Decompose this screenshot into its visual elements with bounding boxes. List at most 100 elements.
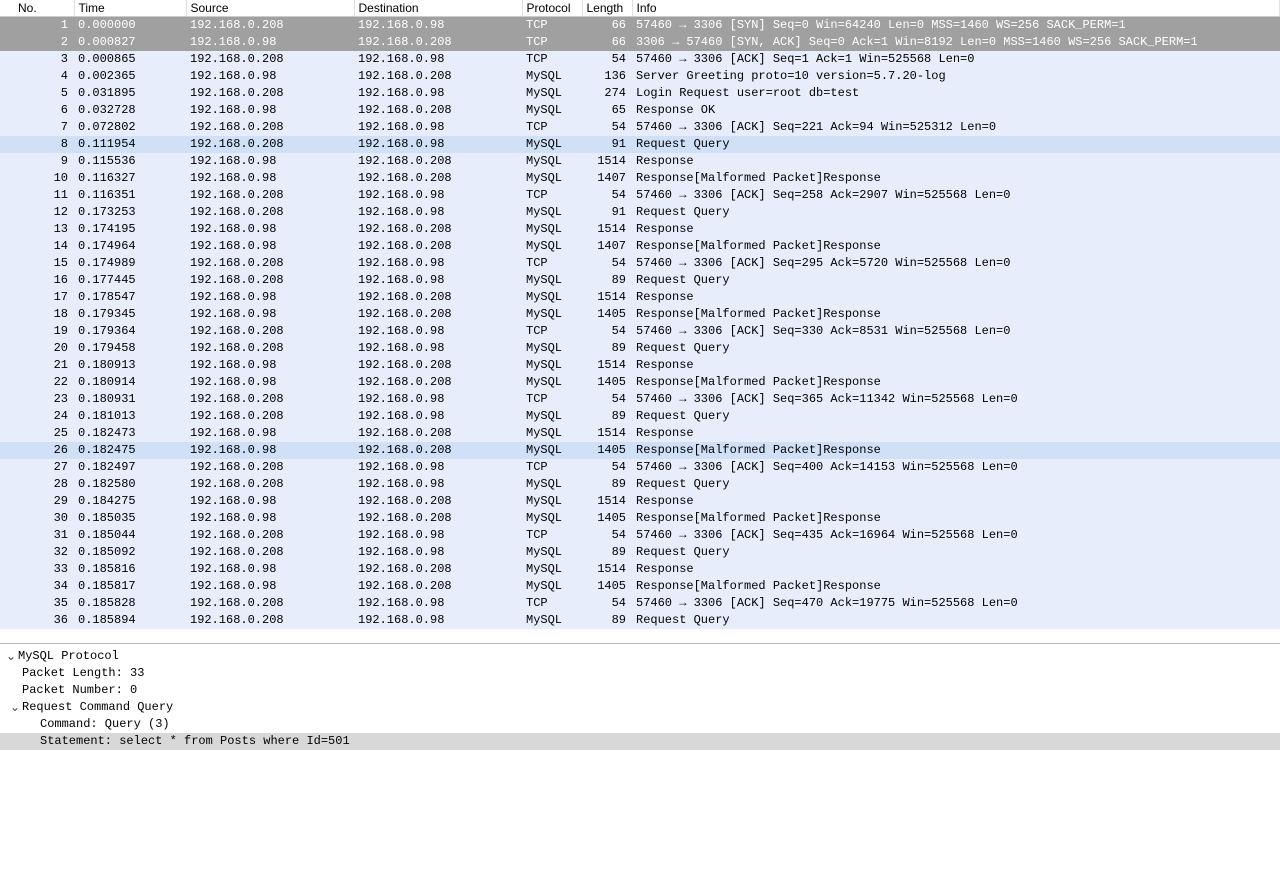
row-margin bbox=[0, 391, 18, 408]
column-no[interactable]: No. bbox=[18, 0, 74, 17]
tree-command[interactable]: Command: Query (3) bbox=[0, 716, 1280, 733]
cell-length: 54 bbox=[582, 323, 632, 340]
tree-packet-number-label: Packet Number: 0 bbox=[22, 683, 137, 697]
cell-time: 0.185035 bbox=[74, 510, 186, 527]
cell-protocol: TCP bbox=[522, 17, 582, 34]
packet-row[interactable]: 210.180913192.168.0.98192.168.0.208MySQL… bbox=[0, 357, 1280, 374]
packet-row[interactable]: 170.178547192.168.0.98192.168.0.208MySQL… bbox=[0, 289, 1280, 306]
packet-row[interactable]: 70.072802192.168.0.208192.168.0.98TCP545… bbox=[0, 119, 1280, 136]
packet-row[interactable]: 180.179345192.168.0.98192.168.0.208MySQL… bbox=[0, 306, 1280, 323]
row-margin bbox=[0, 119, 18, 136]
cell-destination: 192.168.0.208 bbox=[354, 442, 522, 459]
row-margin bbox=[0, 561, 18, 578]
packet-row[interactable]: 350.185828192.168.0.208192.168.0.98TCP54… bbox=[0, 595, 1280, 612]
packet-row[interactable]: 220.180914192.168.0.98192.168.0.208MySQL… bbox=[0, 374, 1280, 391]
packet-row[interactable]: 340.185817192.168.0.98192.168.0.208MySQL… bbox=[0, 578, 1280, 595]
packet-row[interactable]: 140.174964192.168.0.98192.168.0.208MySQL… bbox=[0, 238, 1280, 255]
cell-time: 0.174964 bbox=[74, 238, 186, 255]
cell-no: 14 bbox=[18, 238, 74, 255]
packet-row[interactable]: 320.185092192.168.0.208192.168.0.98MySQL… bbox=[0, 544, 1280, 561]
cell-time: 0.179345 bbox=[74, 306, 186, 323]
tree-request-command-query-label: Request Command Query bbox=[22, 700, 173, 714]
tree-mysql-protocol[interactable]: ⌄ MySQL Protocol bbox=[0, 648, 1280, 665]
packet-row[interactable]: 200.179458192.168.0.208192.168.0.98MySQL… bbox=[0, 340, 1280, 357]
column-source[interactable]: Source bbox=[186, 0, 354, 17]
cell-length: 91 bbox=[582, 204, 632, 221]
tree-request-command-query[interactable]: ⌄ Request Command Query bbox=[0, 699, 1280, 716]
packet-row[interactable]: 310.185044192.168.0.208192.168.0.98TCP54… bbox=[0, 527, 1280, 544]
packet-row[interactable]: 260.182475192.168.0.98192.168.0.208MySQL… bbox=[0, 442, 1280, 459]
chevron-down-icon[interactable]: ⌄ bbox=[8, 700, 22, 714]
cell-info: 57460 → 3306 [ACK] Seq=221 Ack=94 Win=52… bbox=[632, 119, 1280, 136]
column-time[interactable]: Time bbox=[74, 0, 186, 17]
cell-destination: 192.168.0.208 bbox=[354, 374, 522, 391]
cell-info: Request Query bbox=[632, 136, 1280, 153]
cell-no: 19 bbox=[18, 323, 74, 340]
cell-protocol: MySQL bbox=[522, 136, 582, 153]
packet-row[interactable]: 50.031895192.168.0.208192.168.0.98MySQL2… bbox=[0, 85, 1280, 102]
cell-source: 192.168.0.208 bbox=[186, 136, 354, 153]
cell-length: 89 bbox=[582, 272, 632, 289]
packet-row[interactable]: 120.173253192.168.0.208192.168.0.98MySQL… bbox=[0, 204, 1280, 221]
cell-no: 9 bbox=[18, 153, 74, 170]
cell-protocol: MySQL bbox=[522, 357, 582, 374]
cell-source: 192.168.0.98 bbox=[186, 493, 354, 510]
packet-row[interactable]: 230.180931192.168.0.208192.168.0.98TCP54… bbox=[0, 391, 1280, 408]
cell-info: Response bbox=[632, 153, 1280, 170]
row-margin bbox=[0, 612, 18, 629]
column-destination[interactable]: Destination bbox=[354, 0, 522, 17]
row-margin bbox=[0, 323, 18, 340]
packet-row[interactable]: 80.111954192.168.0.208192.168.0.98MySQL9… bbox=[0, 136, 1280, 153]
packet-row[interactable]: 330.185816192.168.0.98192.168.0.208MySQL… bbox=[0, 561, 1280, 578]
packet-row[interactable]: 100.116327192.168.0.98192.168.0.208MySQL… bbox=[0, 170, 1280, 187]
row-margin bbox=[0, 85, 18, 102]
packet-row[interactable]: 290.184275192.168.0.98192.168.0.208MySQL… bbox=[0, 493, 1280, 510]
cell-info: Response[Malformed Packet]Response bbox=[632, 238, 1280, 255]
tree-statement[interactable]: Statement: select * from Posts where Id=… bbox=[0, 733, 1280, 750]
tree-packet-number[interactable]: Packet Number: 0 bbox=[0, 682, 1280, 699]
packet-row[interactable]: 280.182580192.168.0.208192.168.0.98MySQL… bbox=[0, 476, 1280, 493]
cell-length: 1405 bbox=[582, 374, 632, 391]
packet-row[interactable]: 300.185035192.168.0.98192.168.0.208MySQL… bbox=[0, 510, 1280, 527]
cell-destination: 192.168.0.208 bbox=[354, 238, 522, 255]
packet-row[interactable]: 40.002365192.168.0.98192.168.0.208MySQL1… bbox=[0, 68, 1280, 85]
tree-packet-length[interactable]: Packet Length: 33 bbox=[0, 665, 1280, 682]
packet-row[interactable]: 110.116351192.168.0.208192.168.0.98TCP54… bbox=[0, 187, 1280, 204]
cell-protocol: MySQL bbox=[522, 102, 582, 119]
packet-row[interactable]: 160.177445192.168.0.208192.168.0.98MySQL… bbox=[0, 272, 1280, 289]
cell-destination: 192.168.0.208 bbox=[354, 578, 522, 595]
row-margin bbox=[0, 357, 18, 374]
cell-no: 21 bbox=[18, 357, 74, 374]
packet-row[interactable]: 60.032728192.168.0.98192.168.0.208MySQL6… bbox=[0, 102, 1280, 119]
packet-row[interactable]: 130.174195192.168.0.98192.168.0.208MySQL… bbox=[0, 221, 1280, 238]
packet-row[interactable]: 240.181013192.168.0.208192.168.0.98MySQL… bbox=[0, 408, 1280, 425]
cell-info: Login Request user=root db=test bbox=[632, 85, 1280, 102]
cell-destination: 192.168.0.208 bbox=[354, 306, 522, 323]
row-margin bbox=[0, 306, 18, 323]
cell-protocol: TCP bbox=[522, 595, 582, 612]
cell-destination: 192.168.0.98 bbox=[354, 255, 522, 272]
column-length[interactable]: Length bbox=[582, 0, 632, 17]
column-info[interactable]: Info bbox=[632, 0, 1280, 17]
cell-no: 35 bbox=[18, 595, 74, 612]
column-protocol[interactable]: Protocol bbox=[522, 0, 582, 17]
cell-no: 1 bbox=[18, 17, 74, 34]
packet-list-header[interactable]: No. Time Source Destination Protocol Len… bbox=[0, 0, 1280, 17]
packet-row[interactable]: 270.182497192.168.0.208192.168.0.98TCP54… bbox=[0, 459, 1280, 476]
cell-source: 192.168.0.208 bbox=[186, 459, 354, 476]
chevron-down-icon[interactable]: ⌄ bbox=[4, 649, 18, 663]
packet-row[interactable]: 30.000865192.168.0.208192.168.0.98TCP545… bbox=[0, 51, 1280, 68]
packet-row[interactable]: 150.174989192.168.0.208192.168.0.98TCP54… bbox=[0, 255, 1280, 272]
cell-protocol: TCP bbox=[522, 255, 582, 272]
packet-row[interactable]: 360.185894192.168.0.208192.168.0.98MySQL… bbox=[0, 612, 1280, 629]
packet-row[interactable]: 250.182473192.168.0.98192.168.0.208MySQL… bbox=[0, 425, 1280, 442]
cell-no: 28 bbox=[18, 476, 74, 493]
packet-row[interactable]: 190.179364192.168.0.208192.168.0.98TCP54… bbox=[0, 323, 1280, 340]
cell-destination: 192.168.0.208 bbox=[354, 170, 522, 187]
packet-row[interactable]: 90.115536192.168.0.98192.168.0.208MySQL1… bbox=[0, 153, 1280, 170]
cell-protocol: TCP bbox=[522, 527, 582, 544]
packet-row[interactable]: 10.000000192.168.0.208192.168.0.98TCP665… bbox=[0, 17, 1280, 34]
cell-length: 1514 bbox=[582, 153, 632, 170]
cell-no: 13 bbox=[18, 221, 74, 238]
packet-row[interactable]: 20.000827192.168.0.98192.168.0.208TCP663… bbox=[0, 34, 1280, 51]
